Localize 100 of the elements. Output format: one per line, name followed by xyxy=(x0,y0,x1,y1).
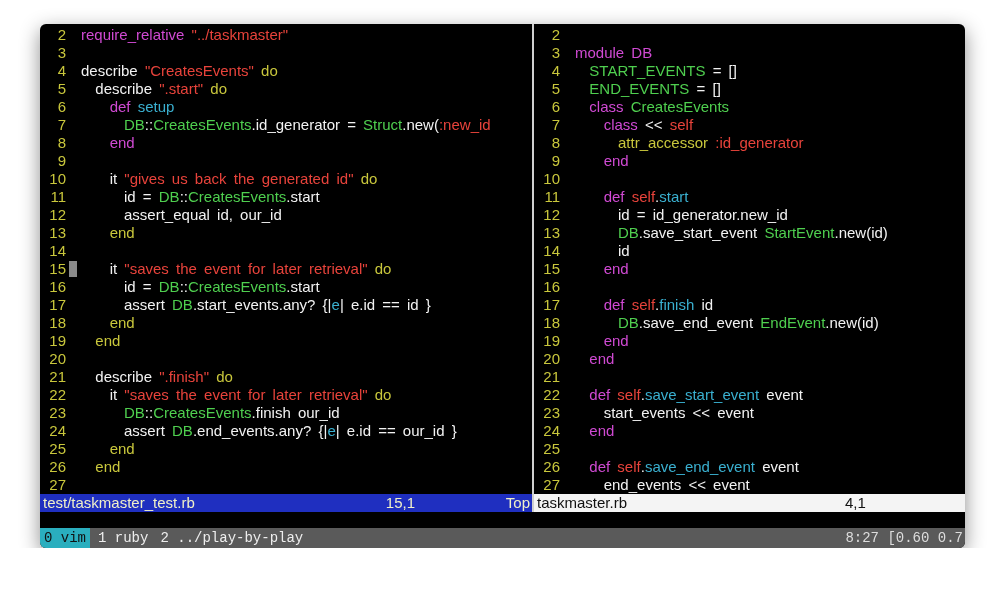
code-line: class CreatesEvents xyxy=(588,98,730,116)
code-line: end xyxy=(108,134,135,152)
line-number: 23 xyxy=(48,404,66,422)
code-line: class << self xyxy=(602,116,694,134)
code-line: it "saves the event for later retrieval" do xyxy=(108,386,392,404)
line-number: 19 xyxy=(48,332,66,350)
line-number: 8 xyxy=(56,134,66,152)
line-number: 3 xyxy=(550,44,560,62)
line-number: 24 xyxy=(48,422,66,440)
line-number: 10 xyxy=(48,170,66,188)
code-line: end xyxy=(602,152,629,170)
code-line: def self.finish id xyxy=(602,296,714,314)
tmux-status: 8:27 [0.60 0.7 xyxy=(845,529,964,548)
code-line: def self.save_start_event event xyxy=(588,386,803,404)
line-number: 18 xyxy=(48,314,66,332)
line-number: 24 xyxy=(542,422,560,440)
line-number: 27 xyxy=(542,476,560,494)
line-number: 7 xyxy=(550,116,560,134)
code-line: end xyxy=(588,350,615,368)
scroll-position: Top xyxy=(505,494,531,512)
line-number: 20 xyxy=(48,350,66,368)
code-line: assert DB.end_events.any? {|e| e.id == our_id } xyxy=(123,422,457,440)
code-line: end xyxy=(108,440,135,458)
code-line: end xyxy=(108,314,135,332)
line-number: 22 xyxy=(48,386,66,404)
code-line: END_EVENTS = [] xyxy=(588,80,721,98)
line-number: 5 xyxy=(550,80,560,98)
line-number: 3 xyxy=(56,44,66,62)
cursor-position: 4,1 xyxy=(845,494,867,512)
line-number: 2 xyxy=(550,26,560,44)
code-line: DB.save_end_event EndEvent.new(id) xyxy=(617,314,879,332)
code-line: assert_equal id, our_id xyxy=(123,206,282,224)
line-number: 27 xyxy=(48,476,66,494)
line-number: 21 xyxy=(48,368,66,386)
code-line: DB::CreatesEvents.id_generator = Struct.new(:new_id xyxy=(123,116,491,134)
line-number: 19 xyxy=(542,332,560,350)
code-line: id = DB::CreatesEvents.start xyxy=(123,188,320,206)
code-line: def self.start xyxy=(602,188,689,206)
code-line: end xyxy=(94,332,121,350)
line-number: 4 xyxy=(56,62,66,80)
line-number: 16 xyxy=(542,278,560,296)
line-number: 26 xyxy=(542,458,560,476)
line-number: 20 xyxy=(542,350,560,368)
line-number: 13 xyxy=(542,224,560,242)
code-line: DB::CreatesEvents.finish our_id xyxy=(123,404,340,422)
code-line: def setup xyxy=(108,98,175,116)
line-number: 15 xyxy=(48,260,66,278)
line-number: 12 xyxy=(542,206,560,224)
line-number: 17 xyxy=(542,296,560,314)
line-number: 18 xyxy=(542,314,560,332)
line-number: 26 xyxy=(48,458,66,476)
line-number: 14 xyxy=(542,242,560,260)
code-line: START_EVENTS = [] xyxy=(588,62,737,80)
line-number: 4 xyxy=(550,62,560,80)
code-line: def self.save_end_event event xyxy=(588,458,799,476)
line-number: 10 xyxy=(542,170,560,188)
line-number: 13 xyxy=(48,224,66,242)
code-line: module DB xyxy=(574,44,653,62)
code-line: end xyxy=(602,332,629,350)
code-line: it "saves the event for later retrieval" do xyxy=(108,260,392,278)
line-number: 9 xyxy=(56,152,66,170)
tmux-window-tab[interactable]: 1 ruby xyxy=(94,528,153,548)
line-number: 25 xyxy=(542,440,560,458)
code-line: id = DB::CreatesEvents.start xyxy=(123,278,320,296)
code-line: end_events << event xyxy=(602,476,750,494)
code-line: end xyxy=(602,260,629,278)
line-number: 21 xyxy=(542,368,560,386)
line-number: 6 xyxy=(550,98,560,116)
code-line: describe ".start" do xyxy=(94,80,228,98)
code-line: id xyxy=(617,242,630,260)
line-number: 7 xyxy=(56,116,66,134)
line-number: 17 xyxy=(48,296,66,314)
file-name: test/taskmaster_test.rb xyxy=(43,494,196,512)
line-number: 5 xyxy=(56,80,66,98)
code-line: id = id_generator.new_id xyxy=(617,206,788,224)
tmux-window-tab[interactable]: 2 ../play-by-play xyxy=(156,528,308,548)
code-line: end xyxy=(108,224,135,242)
line-number: 22 xyxy=(542,386,560,404)
line-number: 6 xyxy=(56,98,66,116)
tmux-window-tab[interactable]: 0 vim xyxy=(40,528,90,548)
code-line: end xyxy=(588,422,615,440)
code-line: describe "CreatesEvents" do xyxy=(80,62,278,80)
line-number: 11 xyxy=(543,188,560,206)
line-number: 11 xyxy=(49,188,66,206)
line-number: 23 xyxy=(542,404,560,422)
code-line: describe ".finish" do xyxy=(94,368,233,386)
line-number: 8 xyxy=(550,134,560,152)
code-line: DB.save_start_event StartEvent.new(id) xyxy=(617,224,888,242)
file-name: taskmaster.rb xyxy=(537,494,629,512)
line-number: 2 xyxy=(56,26,66,44)
line-number: 14 xyxy=(48,242,66,260)
code-line: it "gives us back the generated id" do xyxy=(108,170,378,188)
line-number: 25 xyxy=(48,440,66,458)
line-number: 12 xyxy=(48,206,66,224)
code-line: end xyxy=(94,458,121,476)
code-line: assert DB.start_events.any? {|e| e.id == id } xyxy=(123,296,431,314)
cursor-position: 15,1 xyxy=(385,494,416,512)
line-number: 16 xyxy=(48,278,66,296)
code-line: attr_accessor :id_generator xyxy=(617,134,804,152)
line-number: 9 xyxy=(550,152,560,170)
